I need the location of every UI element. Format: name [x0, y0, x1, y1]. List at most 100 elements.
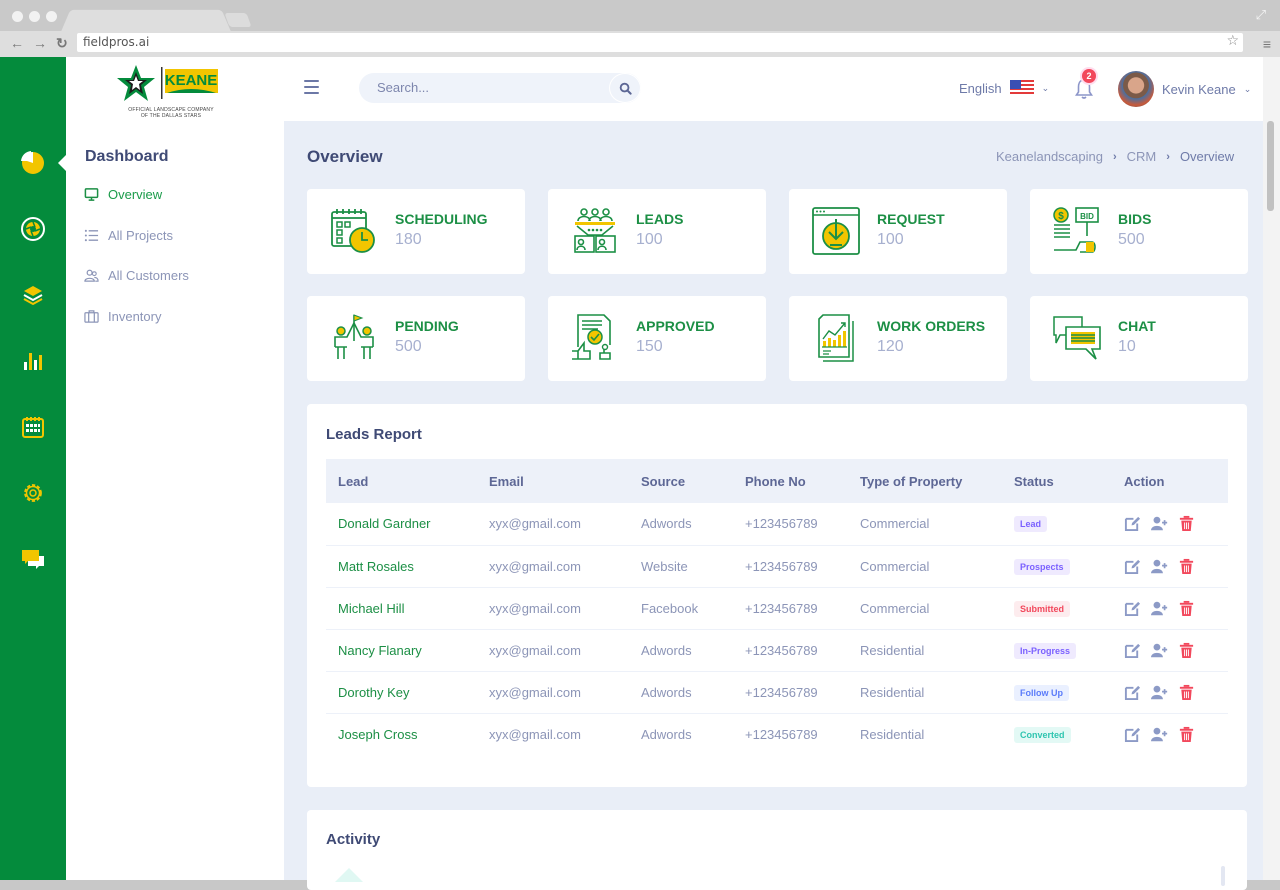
breadcrumb-item[interactable]: Keanelandscaping [996, 149, 1103, 164]
sidebar-item-all-customers[interactable]: All Customers [84, 268, 189, 283]
cell-email: xyx@gmail.com [489, 600, 581, 616]
add-user-icon[interactable] [1151, 642, 1168, 659]
leads-report-panel: Leads Report Lead Email Source Phone No … [307, 404, 1247, 787]
activity-scrollbar[interactable] [1221, 866, 1225, 886]
expand-icon[interactable]: ⤢ [1256, 7, 1266, 23]
column-header[interactable]: Source [629, 459, 733, 503]
trash-icon[interactable] [1178, 726, 1195, 743]
edit-icon[interactable] [1124, 558, 1141, 575]
table-row: Michael Hill xyx@gmail.com Facebook +123456… [326, 587, 1228, 629]
logo-mark: KEANE [117, 65, 218, 101]
notification-count-badge: 2 [1082, 69, 1096, 83]
trash-icon[interactable] [1178, 642, 1195, 659]
sidebar-item-inventory[interactable]: Inventory [84, 309, 161, 324]
new-tab-button[interactable] [224, 13, 252, 27]
sidebar-title: Dashboard [85, 148, 169, 165]
cell-phone: +123456789 [745, 684, 818, 700]
breadcrumb: Keanelandscaping › CRM › Overview [996, 149, 1234, 164]
add-user-icon[interactable] [1151, 600, 1168, 617]
column-header[interactable]: Email [477, 459, 629, 503]
company-logo[interactable]: KEANE OFFICIAL LANDSCAPE COMPANY OF THE … [112, 63, 230, 119]
app: KEANE OFFICIAL LANDSCAPE COMPANY OF THE … [0, 57, 1280, 890]
stat-card-approved[interactable]: APPROVED 150 [548, 296, 766, 381]
cell-status: Prospects [1002, 545, 1112, 587]
card-value: 180 [395, 231, 422, 248]
search-input[interactable] [377, 80, 597, 95]
breadcrumb-item[interactable]: CRM [1127, 149, 1157, 164]
rail-item-calendar[interactable] [0, 407, 66, 447]
forward-icon[interactable]: → [33, 35, 47, 52]
column-header[interactable]: Type of Property [848, 459, 1002, 503]
add-user-icon[interactable] [1151, 726, 1168, 743]
rail-item-projects[interactable] [0, 209, 66, 249]
cell-lead[interactable]: Dorothy Key [326, 671, 477, 713]
maximize-window-button[interactable] [46, 11, 57, 22]
card-label: CHAT [1118, 318, 1156, 334]
rail-item-reports[interactable] [0, 341, 66, 381]
user-menu[interactable]: Kevin Keane ⌄ [1118, 71, 1251, 107]
bar-chart-icon [24, 353, 42, 370]
trash-icon[interactable] [1178, 684, 1195, 701]
stat-card-work-orders[interactable]: WORK ORDERS 120 [789, 296, 1007, 381]
table-row: Matt Rosales xyx@gmail.com Website +1234567… [326, 545, 1228, 587]
pie-chart-icon [21, 151, 44, 174]
cell-lead[interactable]: Joseph Cross [326, 713, 477, 755]
close-window-button[interactable] [12, 11, 23, 22]
stat-card-chat[interactable]: CHAT 10 [1030, 296, 1248, 381]
page-title: Overview [307, 147, 383, 166]
edit-icon[interactable] [1124, 684, 1141, 701]
stat-card-request[interactable]: REQUEST 100 [789, 189, 1007, 274]
edit-icon[interactable] [1124, 515, 1141, 532]
add-user-icon[interactable] [1151, 684, 1168, 701]
scrollbar-thumb[interactable] [1267, 121, 1274, 211]
cell-lead[interactable]: Nancy Flanary [326, 629, 477, 671]
row-actions [1124, 684, 1228, 701]
add-user-icon[interactable] [1151, 515, 1168, 532]
cell-lead[interactable]: Michael Hill [326, 587, 477, 629]
back-icon[interactable]: ← [10, 35, 24, 52]
browser-tab[interactable] [61, 9, 231, 32]
edit-icon[interactable] [1124, 600, 1141, 617]
cell-actions [1112, 545, 1228, 587]
rail-item-settings[interactable] [0, 473, 66, 513]
trash-icon[interactable] [1178, 515, 1195, 532]
cell-lead[interactable]: Matt Rosales [326, 545, 477, 587]
stat-card-bids[interactable]: $ BID BIDS 500 [1030, 189, 1248, 274]
hamburger-menu-icon[interactable] [304, 80, 319, 94]
rail-item-layers[interactable] [0, 275, 66, 315]
cell-email: xyx@gmail.com [489, 684, 581, 700]
rail-item-messages[interactable] [0, 539, 66, 579]
language-selector[interactable]: English ⌄ [959, 80, 1049, 96]
edit-icon[interactable] [1124, 642, 1141, 659]
minimize-window-button[interactable] [29, 11, 40, 22]
bookmark-star-icon[interactable]: ☆ [1226, 33, 1239, 49]
column-header[interactable]: Status [1002, 459, 1112, 503]
rail-item-dashboard[interactable] [0, 143, 66, 183]
trash-icon[interactable] [1178, 600, 1195, 617]
logo-word: KEANE [165, 72, 218, 89]
sidebar-item-overview[interactable]: Overview [84, 187, 162, 202]
search-box [359, 73, 641, 103]
stat-card-scheduling[interactable]: SCHEDULING 180 [307, 189, 525, 274]
edit-icon[interactable] [1124, 726, 1141, 743]
reload-icon[interactable]: ↻ [56, 35, 68, 52]
stat-card-pending[interactable]: PENDING 500 [307, 296, 525, 381]
browser-menu-icon[interactable]: ≡ [1263, 36, 1271, 52]
column-header[interactable]: Lead [326, 459, 477, 503]
card-value: 120 [877, 338, 904, 355]
cell-phone: +123456789 [745, 558, 818, 574]
row-actions [1124, 600, 1228, 617]
layers-icon [23, 286, 43, 306]
page-scrollbar[interactable] [1263, 57, 1280, 880]
cell-lead[interactable]: Donald Gardner [326, 503, 477, 545]
calendar-icon [22, 417, 44, 438]
cell-actions [1112, 629, 1228, 671]
sidebar-item-all-projects[interactable]: All Projects [84, 228, 173, 243]
stat-card-leads[interactable]: LEADS 100 [548, 189, 766, 274]
address-bar[interactable]: fieldpros.ai ☆ [77, 33, 1243, 52]
add-user-icon[interactable] [1151, 558, 1168, 575]
trash-icon[interactable] [1178, 558, 1195, 575]
search-button[interactable] [609, 73, 641, 103]
cell-source: Adwords [641, 516, 692, 532]
column-header[interactable]: Phone No [733, 459, 848, 503]
